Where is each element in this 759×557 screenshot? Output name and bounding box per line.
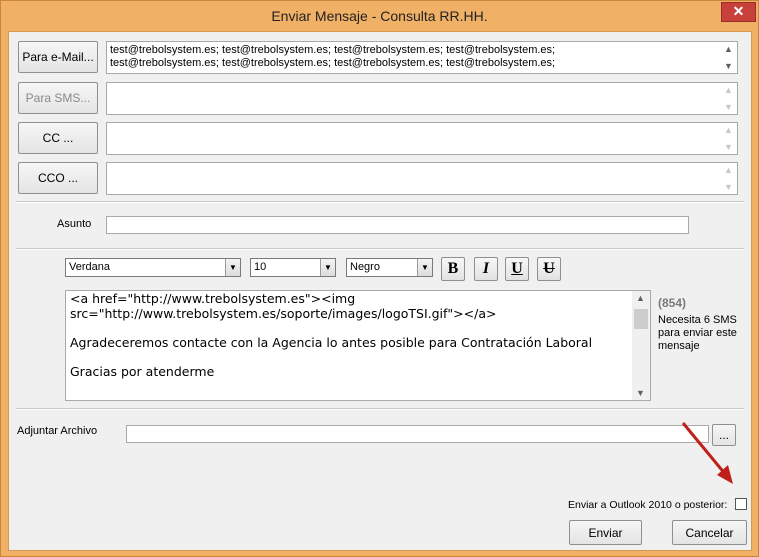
scroll-up-icon[interactable]: ▲ — [632, 291, 649, 305]
scroll-up-icon[interactable]: ▲ — [720, 123, 737, 137]
separator — [16, 408, 744, 410]
message-line: <a href="http://www.trebolsystem.es"><im… — [70, 291, 356, 306]
font-select[interactable]: Verdana ▼ — [65, 258, 241, 277]
message-scrollbar[interactable]: ▲ ▼ — [632, 291, 650, 400]
bcc-field[interactable]: ▲ ▼ — [106, 162, 738, 195]
message-line: src="http://www.trebolsystem.es/soporte/… — [70, 305, 497, 321]
scroll-down-icon[interactable]: ▼ — [720, 59, 737, 73]
cc-field[interactable]: ▲ ▼ — [106, 122, 738, 155]
to-email-field[interactable]: test@trebolsystem.es; test@trebolsystem.… — [106, 41, 738, 74]
scroll-down-icon[interactable]: ▼ — [632, 386, 649, 400]
chevron-down-icon[interactable]: ▼ — [320, 259, 335, 276]
color-select-value: Negro — [350, 261, 380, 273]
sms-note: Necesita 6 SMS para enviar este mensaje — [658, 314, 737, 352]
title-bar[interactable]: Enviar Mensaje - Consulta RR.HH. ✕ — [1, 1, 758, 31]
scroll-thumb[interactable] — [634, 309, 648, 329]
close-button[interactable]: ✕ — [721, 2, 756, 22]
font-select-value: Verdana — [69, 261, 110, 273]
chevron-down-icon[interactable]: ▼ — [417, 259, 432, 276]
red-arrow-icon — [681, 422, 733, 484]
subject-label: Asunto — [57, 218, 92, 230]
message-line: Agradeceremos contacte con la Agencia lo… — [70, 334, 593, 350]
sms-char-count: (854) — [658, 296, 687, 310]
message-text: <a href="http://www.trebolsystem.es"><im… — [70, 291, 630, 379]
to-email-line-2: test@trebolsystem.es; test@trebolsystem.… — [110, 57, 556, 69]
scroll-down-icon[interactable]: ▼ — [720, 140, 737, 154]
to-sms-button[interactable]: Para SMS... — [18, 82, 98, 114]
color-select[interactable]: Negro ▼ — [346, 258, 433, 277]
message-line — [70, 350, 630, 365]
outlook-label: Enviar a Outlook 2010 o posterior: — [568, 499, 728, 511]
cc-button[interactable]: CC ... — [18, 122, 98, 154]
to-sms-field[interactable]: ▲ ▼ — [106, 82, 738, 115]
cancel-button[interactable]: Cancelar — [672, 520, 747, 545]
message-body[interactable]: <a href="http://www.trebolsystem.es"><im… — [65, 290, 651, 401]
bold-button[interactable]: B — [441, 257, 465, 281]
underline-button[interactable]: U — [505, 257, 529, 281]
scroll-up-icon[interactable]: ▲ — [720, 42, 737, 56]
attachment-label: Adjuntar Archivo — [17, 425, 98, 437]
attachment-input[interactable] — [126, 425, 709, 443]
separator — [16, 201, 744, 203]
to-email-line-1: test@trebolsystem.es; test@trebolsystem.… — [110, 44, 556, 56]
chevron-down-icon[interactable]: ▼ — [225, 259, 240, 276]
window-title: Enviar Mensaje - Consulta RR.HH. — [271, 8, 488, 24]
dialog-body: Para e-Mail... test@trebolsystem.es; tes… — [8, 31, 752, 551]
scroll-down-icon[interactable]: ▼ — [720, 100, 737, 114]
send-button[interactable]: Enviar — [569, 520, 642, 545]
cc-scrollbar[interactable]: ▲ ▼ — [720, 123, 737, 154]
italic-button[interactable]: I — [474, 257, 498, 281]
bcc-button[interactable]: CCO ... — [18, 162, 98, 194]
scroll-down-icon[interactable]: ▼ — [720, 180, 737, 194]
message-line: Gracias por atenderme — [70, 363, 215, 379]
size-select[interactable]: 10 ▼ — [250, 258, 336, 277]
to-email-scrollbar[interactable]: ▲ ▼ — [720, 42, 737, 73]
to-sms-scrollbar[interactable]: ▲ ▼ — [720, 83, 737, 114]
strikethrough-button[interactable]: U — [537, 257, 561, 281]
subject-input[interactable] — [106, 216, 689, 234]
outlook-checkbox[interactable] — [735, 498, 747, 510]
bcc-scrollbar[interactable]: ▲ ▼ — [720, 163, 737, 194]
to-email-button[interactable]: Para e-Mail... — [18, 41, 98, 73]
scroll-up-icon[interactable]: ▲ — [720, 163, 737, 177]
message-line — [70, 321, 630, 336]
message-window: Enviar Mensaje - Consulta RR.HH. ✕ Para … — [0, 0, 759, 557]
scroll-up-icon[interactable]: ▲ — [720, 83, 737, 97]
size-select-value: 10 — [254, 261, 267, 273]
separator — [16, 248, 744, 250]
